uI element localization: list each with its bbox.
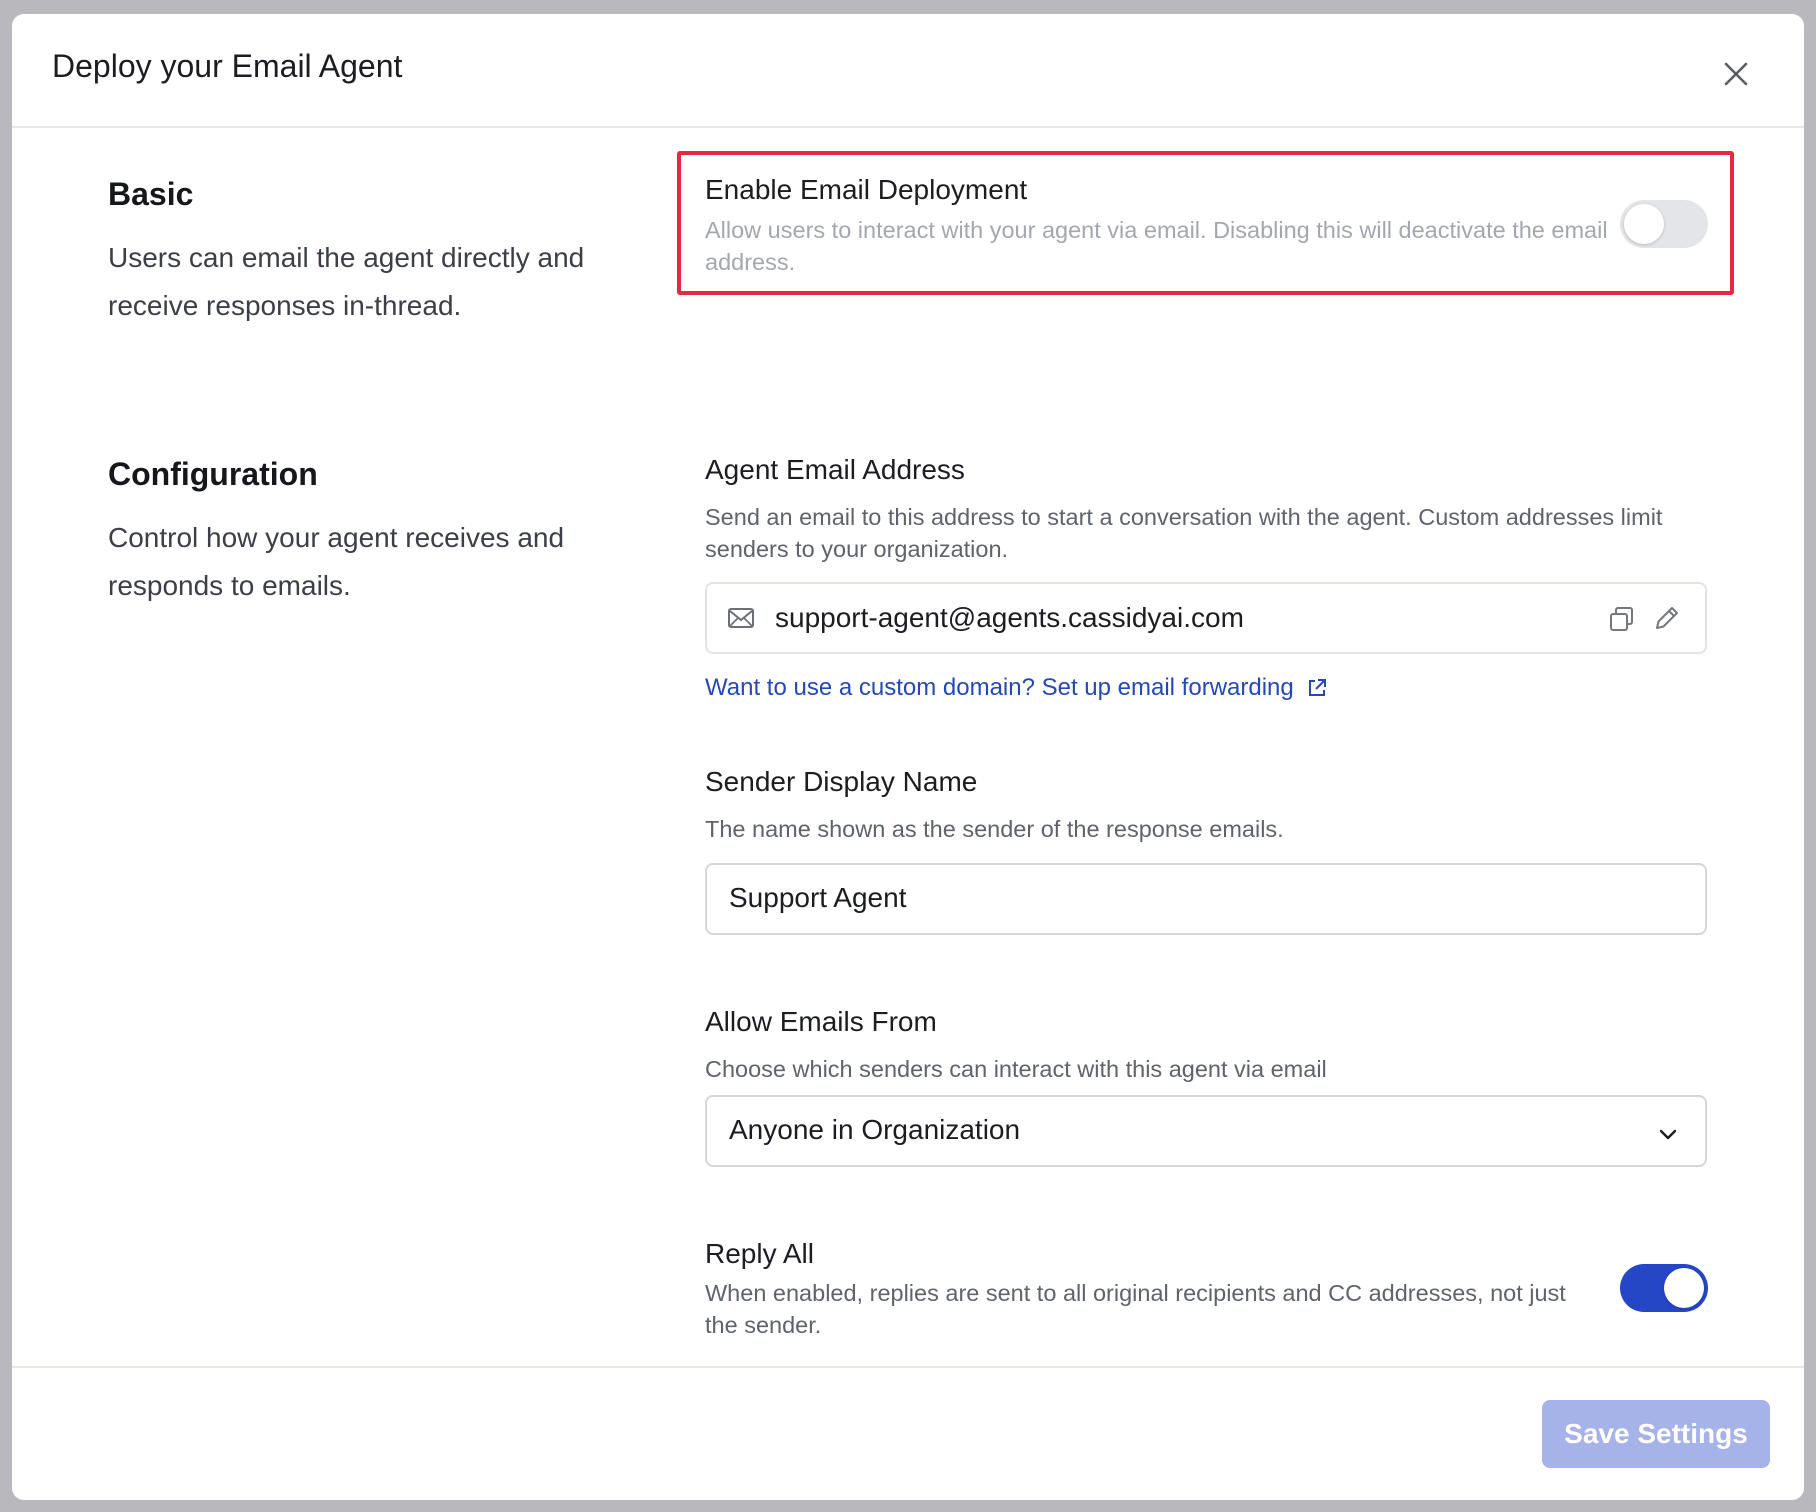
agent-email-value: support-agent@agents.cassidyai.com: [775, 602, 1244, 633]
basic-section-description: Users can email the agent directly and r…: [108, 242, 585, 321]
allow-from-select[interactable]: Anyone in Organization: [705, 1095, 1707, 1167]
modal-header: Deploy your Email Agent: [12, 14, 1804, 128]
configuration-section-title: Configuration: [108, 456, 318, 492]
reply-all-help: When enabled, replies are sent to all or…: [705, 1280, 1566, 1338]
agent-email-field: support-agent@agents.cassidyai.com: [705, 582, 1707, 654]
enable-deployment-toggle[interactable]: [1620, 200, 1708, 248]
agent-email-label: Agent Email Address: [705, 454, 965, 485]
copy-icon[interactable]: [1607, 604, 1637, 634]
enable-deployment-label: Enable Email Deployment: [705, 174, 1028, 205]
allow-from-label: Allow Emails From: [705, 1006, 937, 1037]
allow-from-selected: Anyone in Organization: [729, 1114, 1021, 1145]
toggle-knob: [1664, 1268, 1704, 1308]
allow-from-help: Choose which senders can interact with t…: [705, 1056, 1327, 1082]
edit-pencil-icon[interactable]: [1651, 602, 1683, 634]
sender-name-label: Sender Display Name: [705, 766, 978, 797]
agent-email-help: Send an email to this address to start a…: [705, 504, 1663, 562]
sender-name-help: The name shown as the sender of the resp…: [705, 816, 1284, 842]
deploy-email-agent-modal: Deploy your Email Agent Basic Users can …: [12, 14, 1804, 1500]
custom-domain-link-text: Want to use a custom domain? Set up emai…: [705, 674, 1294, 701]
mail-icon: [727, 606, 755, 630]
reply-all-toggle[interactable]: [1620, 1264, 1708, 1312]
close-icon[interactable]: [1716, 54, 1756, 94]
toggle-knob: [1624, 204, 1664, 244]
footer-divider: [12, 1366, 1804, 1368]
configuration-section-description: Control how your agent receives and resp…: [108, 522, 565, 601]
external-link-icon: [1308, 679, 1326, 696]
save-settings-button[interactable]: Save Settings: [1542, 1400, 1770, 1468]
basic-section-title: Basic: [108, 176, 194, 212]
reply-all-label: Reply All: [705, 1238, 814, 1269]
enable-deployment-help: Allow users to interact with your agent …: [705, 217, 1608, 275]
chevron-down-icon: [1657, 1123, 1679, 1145]
sender-name-input[interactable]: Support Agent: [705, 863, 1707, 935]
sender-name-value: Support Agent: [729, 882, 907, 913]
custom-domain-link[interactable]: Want to use a custom domain? Set up emai…: [705, 674, 1328, 702]
modal-title: Deploy your Email Agent: [52, 48, 403, 84]
